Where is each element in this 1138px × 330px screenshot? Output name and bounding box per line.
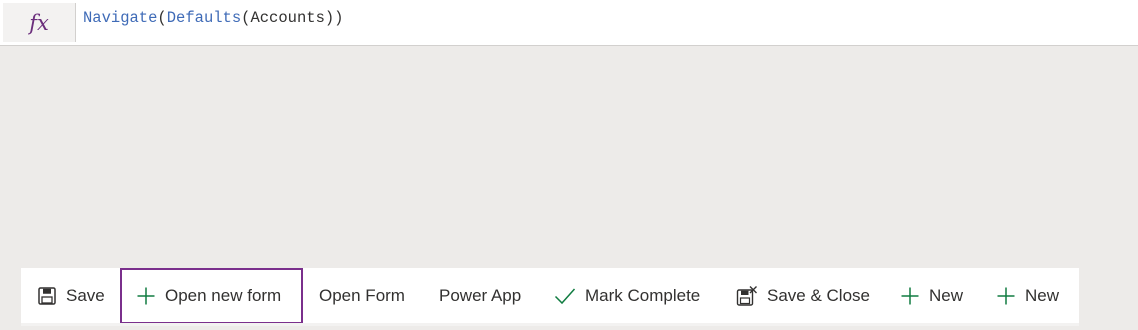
new-button-2-label: New bbox=[1025, 286, 1060, 305]
plus-icon bbox=[996, 286, 1016, 306]
new-button-2[interactable]: New bbox=[996, 268, 1059, 324]
open-new-form-label: Open new form bbox=[165, 286, 282, 305]
save-and-close-label: Save & Close bbox=[767, 286, 870, 305]
checkmark-icon bbox=[554, 286, 576, 306]
command-bar-bottom-edge bbox=[21, 323, 1079, 326]
save-icon bbox=[37, 286, 57, 306]
formula-function-navigate: Navigate bbox=[83, 9, 158, 27]
save-button-label: Save bbox=[66, 286, 105, 305]
save-and-close-button[interactable]: Save & Close bbox=[736, 268, 870, 324]
open-form-label: Open Form bbox=[319, 286, 405, 305]
new-button-1[interactable]: New bbox=[900, 268, 963, 324]
fx-icon: fx bbox=[29, 10, 49, 35]
save-button[interactable]: Save bbox=[37, 268, 105, 324]
formula-bar: fx Navigate(Defaults(Accounts)) bbox=[0, 0, 1138, 46]
power-app-label: Power App bbox=[439, 286, 522, 305]
command-bar: Save Open new form Open Form Power App M… bbox=[21, 268, 1079, 326]
mark-complete-button[interactable]: Mark Complete bbox=[554, 268, 700, 324]
new-button-1-label: New bbox=[929, 286, 964, 305]
open-new-form-button[interactable]: Open new form bbox=[120, 268, 303, 324]
formula-paren-open: ( bbox=[157, 9, 167, 27]
power-app-button[interactable]: Power App bbox=[439, 268, 521, 324]
plus-icon bbox=[136, 286, 156, 306]
open-form-button[interactable]: Open Form bbox=[319, 268, 405, 324]
fx-button[interactable]: fx bbox=[3, 3, 76, 42]
save-close-icon bbox=[736, 285, 758, 307]
formula-input[interactable]: Navigate(Defaults(Accounts)) bbox=[83, 9, 343, 27]
mark-complete-label: Mark Complete bbox=[585, 286, 701, 305]
plus-icon bbox=[900, 286, 920, 306]
formula-function-defaults: Defaults bbox=[166, 9, 242, 27]
formula-args: (Accounts)) bbox=[241, 9, 344, 27]
